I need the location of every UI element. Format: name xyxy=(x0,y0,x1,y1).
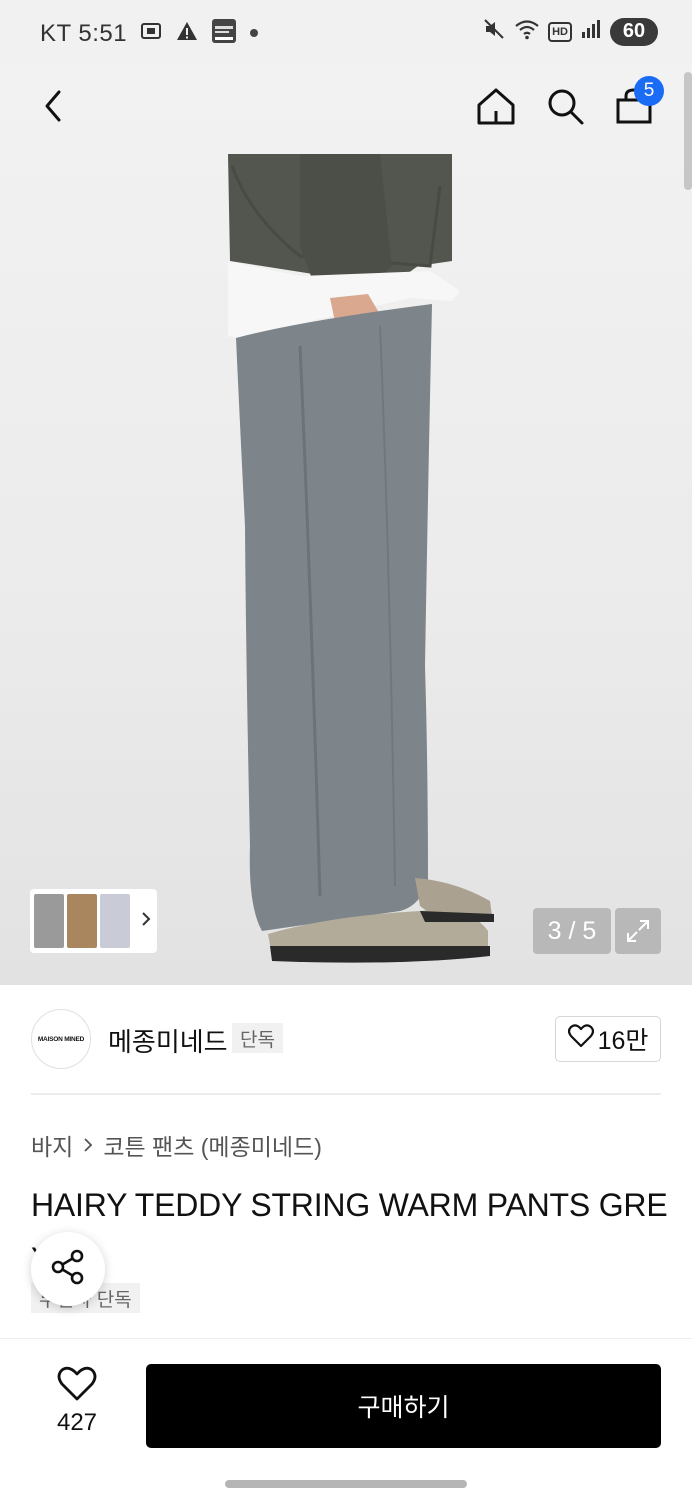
divider xyxy=(31,1093,661,1095)
like-button[interactable]: 427 xyxy=(40,1366,114,1446)
scroll-indicator xyxy=(684,72,692,190)
expand-icon[interactable] xyxy=(615,908,661,954)
status-bar: KT 5:51 HD 60 xyxy=(0,0,692,66)
product-image[interactable] xyxy=(0,66,692,985)
brand-name[interactable]: 메종미네드 xyxy=(108,1022,228,1059)
home-icon[interactable] xyxy=(470,80,522,132)
image-page-counter: 3 / 5 xyxy=(533,908,611,954)
share-icon xyxy=(49,1248,87,1291)
thumbnail-strip[interactable] xyxy=(30,889,157,953)
cart-count-badge: 5 xyxy=(634,76,664,106)
carrier-time: KT 5:51 xyxy=(40,19,128,47)
thumbnail[interactable] xyxy=(67,894,97,948)
thumbnail[interactable] xyxy=(34,894,64,948)
mute-icon xyxy=(482,17,506,46)
wifi-icon xyxy=(514,17,540,46)
dot-icon xyxy=(249,25,259,43)
search-icon[interactable] xyxy=(539,80,591,132)
chevron-right-icon xyxy=(83,1132,93,1159)
exclusive-badge: 단독 xyxy=(232,1023,283,1053)
share-button[interactable] xyxy=(31,1232,105,1306)
heart-icon xyxy=(567,1023,594,1055)
thumbnail[interactable] xyxy=(100,894,130,948)
screenshot-icon xyxy=(139,19,163,48)
signal-icon xyxy=(580,18,602,45)
like-count: 427 xyxy=(56,1409,98,1436)
heart-icon xyxy=(57,1366,97,1407)
hd-voice-icon: HD xyxy=(548,21,572,42)
chevron-right-icon[interactable] xyxy=(139,909,153,934)
brand-logo[interactable]: MAISON MINED xyxy=(31,1009,91,1069)
battery-icon: 60 xyxy=(610,17,658,46)
notification-app-icon xyxy=(211,18,237,49)
brand-like-count: 16만 xyxy=(597,1027,649,1055)
product-title: HAIRY TEDDY STRING WARM PANTS GREY xyxy=(31,1187,668,1277)
shopping-bag-icon[interactable]: 5 xyxy=(608,76,664,132)
app-header: 5 xyxy=(0,66,692,146)
home-indicator[interactable] xyxy=(225,1480,467,1488)
breadcrumb-subcategory[interactable]: 코튼 팬츠 (메종미네드) xyxy=(103,1128,322,1162)
breadcrumb: 바지 코튼 팬츠 (메종미네드) xyxy=(31,1128,322,1162)
breadcrumb-category[interactable]: 바지 xyxy=(31,1128,73,1162)
back-arrow-icon[interactable] xyxy=(28,80,80,132)
brand-logo-text: MAISON MINED xyxy=(37,1035,85,1043)
brand-like-button[interactable]: 16만 xyxy=(555,1016,661,1062)
warning-icon xyxy=(175,19,199,48)
buy-button[interactable]: 구매하기 xyxy=(146,1364,661,1448)
